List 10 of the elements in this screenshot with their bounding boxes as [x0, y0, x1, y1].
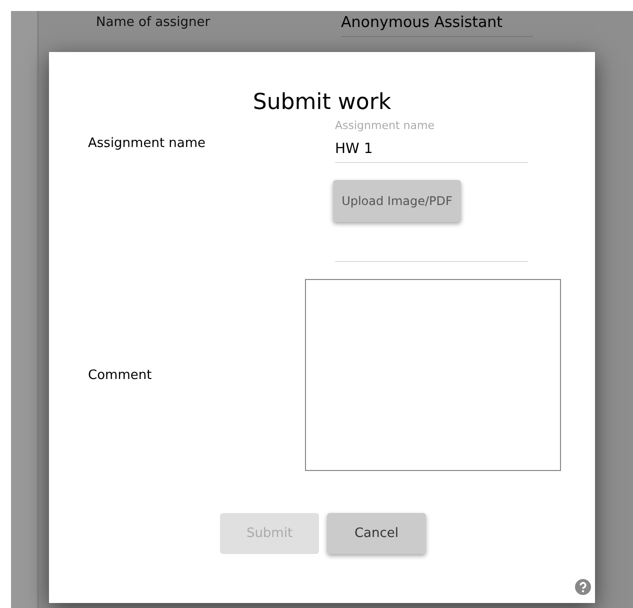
help-icon[interactable] [575, 579, 591, 595]
field-label: Comment [87, 368, 153, 382]
field-label: Name of assigner [96, 14, 212, 32]
field-value: Anonymous Assistant [341, 13, 533, 37]
upload-button[interactable]: Upload Image/PDF [333, 180, 461, 222]
text-field[interactable]: Assignment name HW 1 [335, 119, 528, 163]
cancel-button[interactable]: Cancel [327, 513, 426, 554]
comment-field[interactable] [305, 279, 561, 471]
dialog-title: Submit work [252, 90, 392, 115]
field-label: Assignment name [87, 135, 207, 153]
